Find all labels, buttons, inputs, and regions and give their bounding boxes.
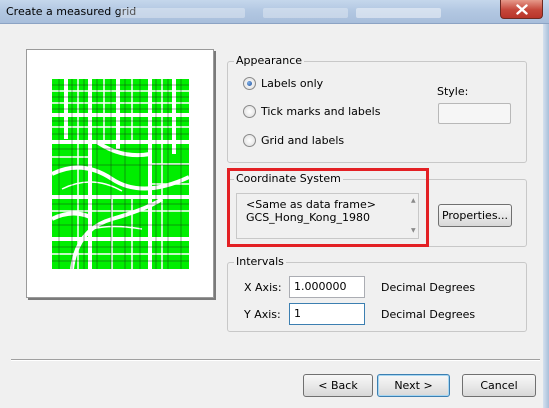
- window-title: Create a measured grid: [6, 5, 137, 18]
- y-axis-unit: Decimal Degrees: [381, 308, 476, 321]
- close-button[interactable]: [500, 0, 543, 19]
- window-edge: [543, 24, 549, 408]
- next-button-label: Next >: [394, 379, 433, 392]
- cancel-button[interactable]: Cancel: [462, 374, 536, 397]
- background-title-blur: [356, 8, 441, 18]
- background-title-blur: [120, 8, 245, 18]
- radio-labels-only[interactable]: Labels only: [243, 77, 323, 90]
- radio-label: Grid and labels: [261, 134, 345, 147]
- y-axis-label: Y Axis:: [244, 308, 281, 321]
- style-selector: [438, 103, 511, 124]
- map-preview: [26, 49, 214, 298]
- cancel-button-label: Cancel: [480, 379, 518, 392]
- x-axis-unit: Decimal Degrees: [381, 281, 476, 294]
- properties-button[interactable]: Properties...: [438, 204, 512, 227]
- properties-button-label: Properties...: [441, 209, 509, 222]
- x-axis-input[interactable]: 1.000000: [289, 276, 365, 298]
- back-button[interactable]: < Back: [303, 374, 373, 397]
- close-icon: [515, 3, 528, 15]
- intervals-group-label: Intervals: [234, 255, 286, 268]
- x-axis-label: X Axis:: [244, 281, 282, 294]
- back-button-label: < Back: [318, 379, 358, 392]
- appearance-group-label: Appearance: [234, 54, 305, 67]
- intervals-group: Intervals: [227, 255, 527, 332]
- radio-tick-marks-and-labels[interactable]: Tick marks and labels: [243, 105, 380, 118]
- radio-label: Tick marks and labels: [261, 105, 381, 118]
- radio-button[interactable]: [243, 77, 256, 90]
- background-title-blur: [263, 8, 348, 18]
- y-axis-input[interactable]: 1: [289, 303, 365, 325]
- style-label: Style:: [437, 85, 469, 98]
- radio-button[interactable]: [243, 105, 256, 118]
- map-preview-image: [52, 79, 189, 269]
- radio-button[interactable]: [243, 134, 256, 147]
- title-bar: Create a measured grid: [0, 0, 549, 24]
- radio-grid-and-labels[interactable]: Grid and labels: [243, 134, 344, 147]
- radio-label: Labels only: [261, 77, 324, 90]
- next-button[interactable]: Next >: [377, 374, 450, 397]
- footer-divider: [11, 359, 540, 361]
- highlight-annotation: [227, 168, 429, 247]
